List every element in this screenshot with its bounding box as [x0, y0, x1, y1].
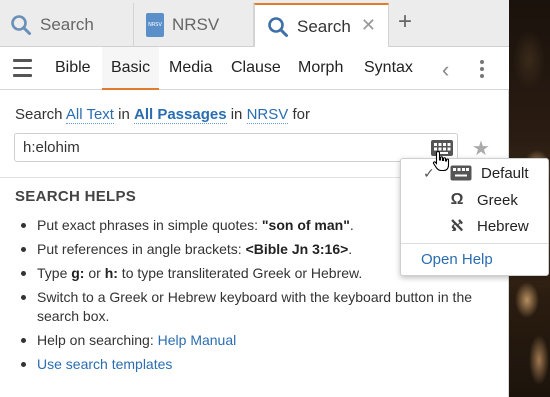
version-link[interactable]: NRSV — [246, 106, 289, 124]
search-type-bar: Bible Basic Media Clause Morph Syntax ‹ — [0, 47, 509, 90]
help-manual-link[interactable]: Help Manual — [158, 332, 237, 348]
menu-divider — [401, 243, 548, 244]
aleph-icon: ℵ — [450, 218, 464, 235]
tab-label: NRSV — [172, 15, 220, 34]
keyboard-menu: ✓ Default Ω Greek ℵ Hebrew Open Help — [400, 158, 549, 276]
menu-icon[interactable] — [13, 59, 32, 82]
menu-item-default[interactable]: ✓ Default — [401, 160, 548, 186]
nrsv-book-icon: NRSV — [146, 13, 164, 37]
hand-cursor-icon — [432, 150, 450, 177]
menu-item-label: Greek — [477, 191, 518, 209]
tab-morph[interactable]: Morph — [298, 47, 343, 90]
tab-label: Search — [40, 15, 94, 34]
list-item: Switch to a Greek or Hebrew keyboard wit… — [15, 288, 495, 326]
menu-item-label: Default — [481, 164, 529, 182]
tab-nrsv[interactable]: NRSV NRSV — [134, 3, 254, 47]
search-templates-link[interactable]: Use search templates — [37, 356, 172, 372]
tab-basic[interactable]: Basic — [102, 47, 159, 90]
tab-clause[interactable]: Clause — [231, 47, 281, 90]
tab-syntax[interactable]: Syntax — [364, 47, 413, 90]
menu-item-label: Hebrew — [477, 217, 529, 235]
omega-icon: Ω — [450, 191, 464, 208]
tab-bible[interactable]: Bible — [55, 47, 91, 90]
add-tab-button[interactable]: + — [398, 10, 412, 34]
tab-search-active[interactable]: Search ✕ — [254, 3, 389, 48]
list-item: Help on searching: Help Manual — [15, 331, 495, 350]
passages-link[interactable]: All Passages — [133, 106, 227, 124]
search-input[interactable]: h:elohim — [14, 133, 458, 162]
more-options-icon[interactable] — [480, 60, 484, 81]
chevron-left-icon[interactable]: ‹ — [442, 57, 449, 83]
tab-media[interactable]: Media — [169, 47, 213, 90]
search-scope-line: Search All Text in All Passages in NRSV … — [15, 106, 310, 124]
search-icon — [10, 14, 32, 36]
menu-item-greek[interactable]: Ω Greek — [401, 187, 548, 213]
scope-link[interactable]: All Text — [65, 106, 114, 124]
open-help-link[interactable]: Open Help — [421, 251, 493, 268]
search-icon — [267, 16, 289, 38]
tab-search-1[interactable]: Search — [0, 3, 134, 47]
list-item: Use search templates — [15, 355, 495, 374]
close-icon[interactable]: ✕ — [361, 15, 376, 36]
menu-item-hebrew[interactable]: ℵ Hebrew — [401, 213, 548, 239]
search-helps-heading: SEARCH HELPS — [15, 188, 137, 205]
tab-label: Search — [297, 16, 351, 36]
tab-bar: Search NRSV NRSV Search ✕ + — [0, 0, 509, 48]
